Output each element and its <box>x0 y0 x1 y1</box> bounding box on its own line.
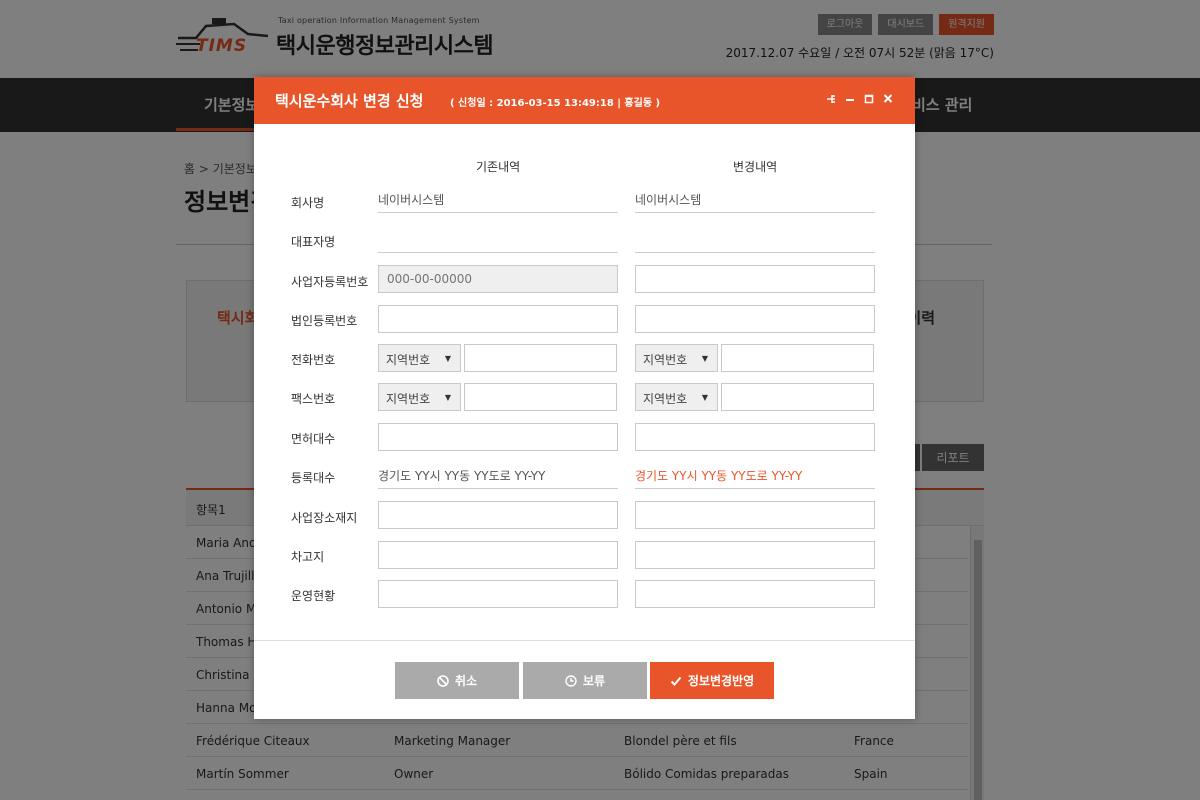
changed-ceo-value <box>635 225 875 253</box>
changed-phone-input[interactable] <box>721 344 874 372</box>
caret-down-icon: ▼ <box>701 393 708 402</box>
existing-ceo-value <box>378 225 618 253</box>
label-phone: 전화번호 <box>291 353 336 367</box>
column-header-changed: 변경내역 <box>733 160 778 174</box>
label-registered-count: 등록대수 <box>291 471 336 485</box>
select-value: 지역번호 <box>643 353 688 367</box>
changed-phone-area-select[interactable]: 지역번호 ▼ <box>635 344 718 372</box>
changed-license-count-input[interactable] <box>635 423 875 451</box>
select-value: 지역번호 <box>386 353 431 367</box>
select-value: 지역번호 <box>386 392 431 406</box>
hold-button[interactable]: 보류 <box>523 662 647 699</box>
minimize-icon[interactable] <box>845 91 855 107</box>
caret-down-icon: ▼ <box>444 393 451 402</box>
existing-registered-count-value: 경기도 YY시 YY동 YY도로 YY-YY <box>378 461 618 489</box>
label-business-reg-number: 사업자등록번호 <box>291 275 369 289</box>
column-header-existing: 기존내역 <box>476 160 521 174</box>
pin-icon[interactable] <box>826 91 836 107</box>
clock-icon <box>565 674 577 687</box>
label-company: 회사명 <box>291 196 325 210</box>
apply-change-button-label: 정보변경반영 <box>687 674 755 688</box>
existing-business-reg-input[interactable] <box>378 265 618 293</box>
changed-fax-input[interactable] <box>721 383 874 411</box>
label-license-count: 면허대수 <box>291 432 336 446</box>
label-ceo: 대표자명 <box>291 235 336 249</box>
change-request-modal: 택시운수회사 변경 신청 ( 신청일 : 2016-03-15 13:49:18… <box>254 77 915 719</box>
label-fax: 팩스번호 <box>291 392 336 406</box>
caret-down-icon: ▼ <box>444 354 451 363</box>
existing-company-value: 네이버시스템 <box>378 185 618 213</box>
changed-corp-reg-input[interactable] <box>635 305 875 333</box>
modal-footer-divider <box>254 640 915 641</box>
existing-garage-input[interactable] <box>378 541 618 569</box>
close-icon[interactable] <box>883 91 893 107</box>
changed-registered-count-value: 경기도 YY시 YY동 YY도로 YY-YY <box>635 461 875 489</box>
existing-operation-input[interactable] <box>378 580 618 608</box>
changed-garage-input[interactable] <box>635 541 875 569</box>
cancel-button[interactable]: 취소 <box>395 662 519 699</box>
existing-fax-area-select[interactable]: 지역번호 ▼ <box>378 383 461 411</box>
label-garage: 차고지 <box>291 550 325 564</box>
modal-window-controls <box>826 91 893 107</box>
modal-request-meta: ( 신청일 : 2016-03-15 13:49:18 | 홍길동 ) <box>450 98 661 109</box>
modal-header: 택시운수회사 변경 신청 ( 신청일 : 2016-03-15 13:49:18… <box>254 77 915 124</box>
changed-business-reg-input[interactable] <box>635 265 875 293</box>
existing-corp-reg-input[interactable] <box>378 305 618 333</box>
changed-operation-input[interactable] <box>635 580 875 608</box>
modal-title: 택시운수회사 변경 신청 <box>275 92 424 110</box>
label-operation-status: 운영현황 <box>291 589 336 603</box>
label-corp-reg-number: 법인등록번호 <box>291 314 358 328</box>
maximize-icon[interactable] <box>864 91 874 107</box>
existing-phone-area-select[interactable]: 지역번호 ▼ <box>378 344 461 372</box>
check-icon <box>670 676 682 686</box>
cancel-button-label: 취소 <box>454 674 478 688</box>
existing-fax-input[interactable] <box>464 383 617 411</box>
changed-company-value: 네이버시스템 <box>635 185 875 213</box>
ban-icon <box>437 674 449 687</box>
hold-button-label: 보류 <box>582 674 606 688</box>
label-business-address: 사업장소재지 <box>291 511 358 525</box>
apply-change-button[interactable]: 정보변경반영 <box>650 662 774 699</box>
existing-phone-input[interactable] <box>464 344 617 372</box>
existing-business-address-input[interactable] <box>378 501 618 529</box>
existing-license-count-input[interactable] <box>378 423 618 451</box>
changed-fax-area-select[interactable]: 지역번호 ▼ <box>635 383 718 411</box>
changed-business-address-input[interactable] <box>635 501 875 529</box>
select-value: 지역번호 <box>643 392 688 406</box>
caret-down-icon: ▼ <box>701 354 708 363</box>
